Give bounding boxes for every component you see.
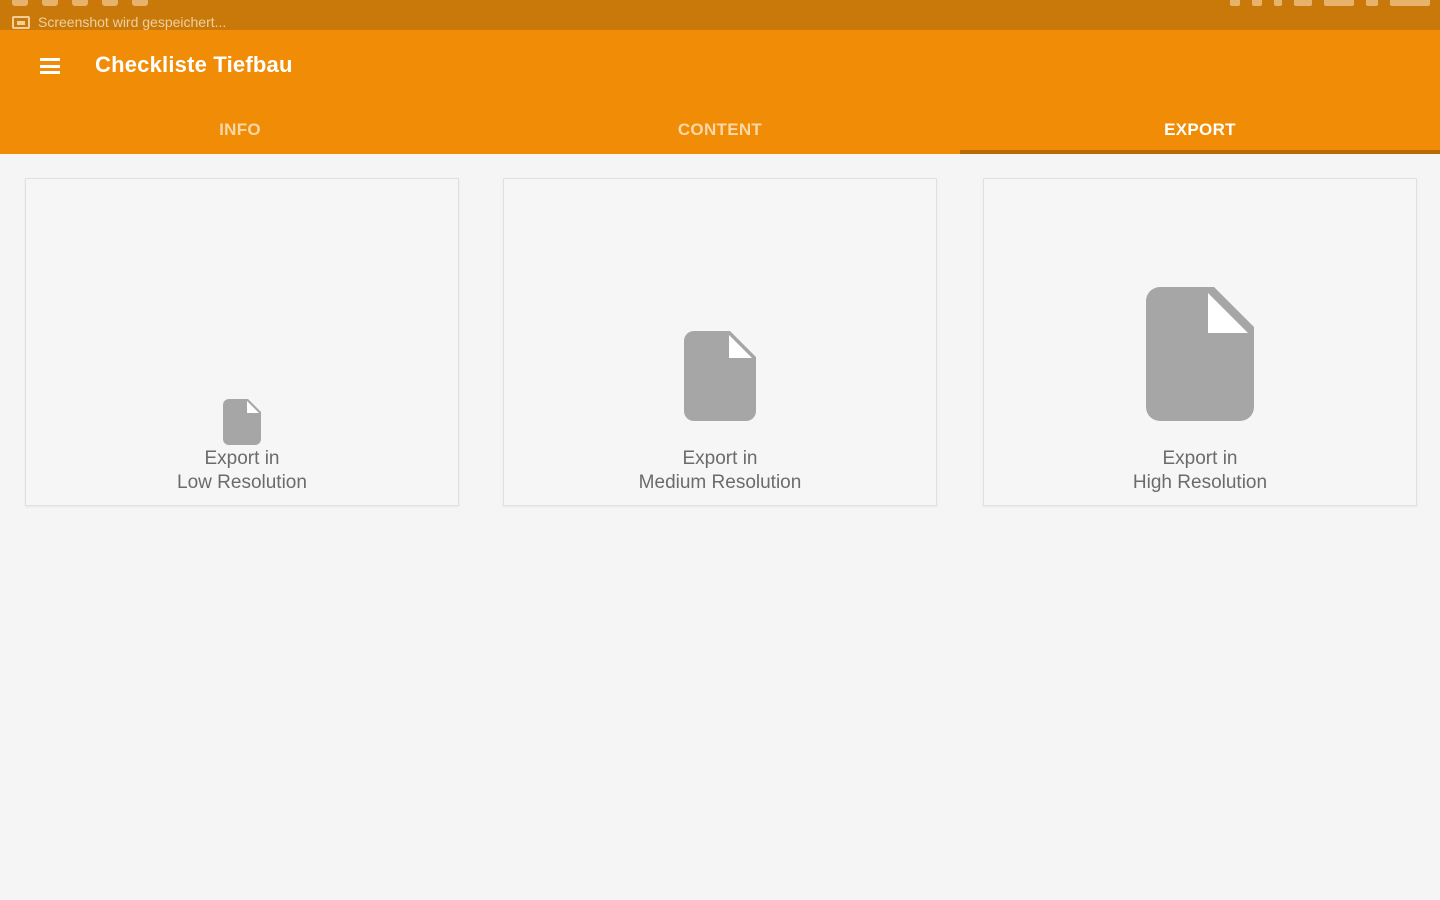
export-high-line1: Export in <box>1162 448 1238 469</box>
export-medium-line1: Export in <box>682 448 758 469</box>
sim-icon <box>1294 0 1312 6</box>
export-low-line1: Export in <box>204 448 280 469</box>
export-low-label: Export in Low Resolution <box>26 447 458 495</box>
document-icon <box>1146 287 1254 421</box>
screenshot-notification: Screenshot wird gespeichert... <box>12 14 226 30</box>
export-content: Export in Low Resolution Export in Mediu… <box>0 154 1440 900</box>
tab-bar: INFO CONTENT EXPORT <box>0 106 1440 154</box>
notification-text: Screenshot wird gespeichert... <box>38 14 227 30</box>
export-low-resolution-card[interactable]: Export in Low Resolution <box>25 178 459 506</box>
menu-icon <box>40 58 60 74</box>
tab-info[interactable]: INFO <box>0 106 480 154</box>
export-high-label: Export in High Resolution <box>984 447 1416 495</box>
app-title: Checkliste Tiefbau <box>95 52 293 77</box>
app-bar: Checkliste Tiefbau INFO CONTENT EXPORT <box>0 30 1440 154</box>
export-medium-label: Export in Medium Resolution <box>504 447 936 495</box>
signal-icon <box>1230 0 1240 6</box>
menu-button[interactable] <box>26 48 74 84</box>
battery-percent-icon <box>1324 0 1354 6</box>
export-low-line2: Low Resolution <box>177 472 307 493</box>
download-icon <box>42 0 58 6</box>
export-high-line2: High Resolution <box>1132 472 1268 493</box>
document-icon <box>223 399 261 445</box>
status-notification-icons <box>12 0 148 6</box>
wifi-icon <box>1252 0 1262 6</box>
notification-icon <box>12 0 28 6</box>
clock-icon <box>1390 0 1430 6</box>
shield-icon <box>72 0 88 6</box>
export-high-resolution-card[interactable]: Export in High Resolution <box>983 178 1417 506</box>
tab-content[interactable]: CONTENT <box>480 106 960 154</box>
status-system-icons <box>1230 0 1430 6</box>
gallery-icon <box>102 0 118 6</box>
export-medium-line2: Medium Resolution <box>638 472 802 493</box>
settings-icon <box>132 0 148 6</box>
document-icon <box>684 331 756 421</box>
screenshot-icon <box>12 15 30 29</box>
alarm-icon <box>1274 0 1282 6</box>
tab-export[interactable]: EXPORT <box>960 106 1440 154</box>
status-bar: Screenshot wird gespeichert... <box>0 0 1440 30</box>
battery-icon <box>1366 0 1378 6</box>
export-medium-resolution-card[interactable]: Export in Medium Resolution <box>503 178 937 506</box>
